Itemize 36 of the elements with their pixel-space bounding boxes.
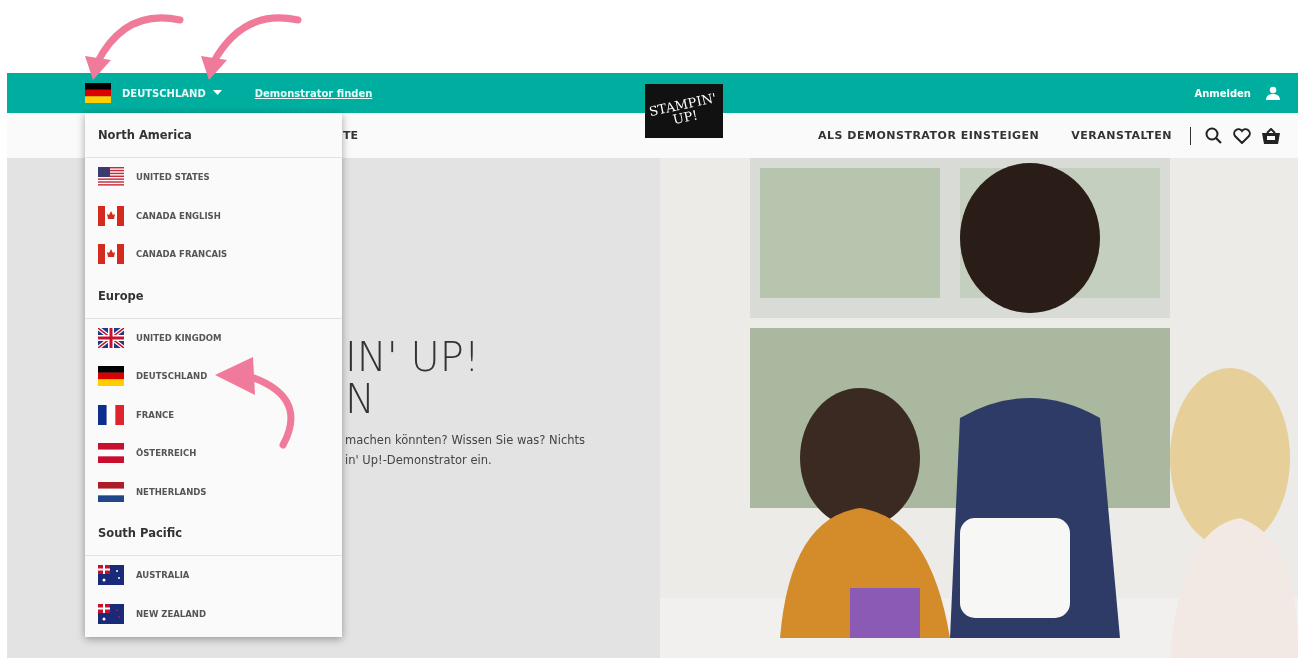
- nav-item[interactable]: TE: [343, 129, 359, 142]
- country-option[interactable]: DEUTSCHLAND: [85, 357, 342, 396]
- flag-icon: [98, 327, 124, 348]
- basket-icon[interactable]: [1262, 127, 1280, 144]
- group-heading: North America: [85, 113, 342, 158]
- country-option[interactable]: AUSTRALIA: [85, 556, 342, 595]
- country-option[interactable]: CANADA FRANCAIS: [85, 235, 342, 274]
- flag-icon: [98, 481, 124, 502]
- group-heading: South Pacific: [85, 511, 342, 556]
- hero-text: machen könnten? Wissen Sie was? Nichts: [345, 432, 587, 449]
- country-option[interactable]: ÖSTERREICH: [85, 434, 342, 473]
- flag-icon: [98, 366, 124, 387]
- caret-icon[interactable]: [212, 90, 222, 96]
- country-option[interactable]: UNITED STATES: [85, 158, 342, 197]
- flag-icon: [98, 565, 124, 586]
- flag-icon: [98, 443, 124, 464]
- country-option[interactable]: NEW ZEALAND: [85, 594, 342, 633]
- flag-icon: [85, 83, 111, 103]
- country-option[interactable]: NETHERLANDS: [85, 472, 342, 511]
- country-option[interactable]: FRANCE: [85, 395, 342, 434]
- hero-title: IN' UP!: [345, 336, 481, 378]
- flag-icon: [98, 205, 124, 226]
- country-option[interactable]: UNITED KINGDOM: [85, 318, 342, 357]
- user-icon[interactable]: [1266, 86, 1280, 100]
- heart-icon[interactable]: [1233, 127, 1251, 144]
- flag-icon: [98, 167, 124, 188]
- group-heading: Europe: [85, 273, 342, 319]
- hero-text: in' Up!-Demonstrator ein.: [345, 452, 493, 469]
- search-icon[interactable]: [1205, 127, 1222, 144]
- nav-item[interactable]: ALS DEMONSTRATOR EINSTEIGEN: [818, 129, 1040, 142]
- flag-icon: [98, 404, 124, 425]
- nav-item[interactable]: VERANSTALTEN: [1071, 129, 1172, 142]
- flag-icon: [98, 603, 124, 624]
- flag-icon: [98, 244, 124, 265]
- country-option[interactable]: CANADA ENGLISH: [85, 196, 342, 235]
- hero-title: N: [345, 378, 376, 420]
